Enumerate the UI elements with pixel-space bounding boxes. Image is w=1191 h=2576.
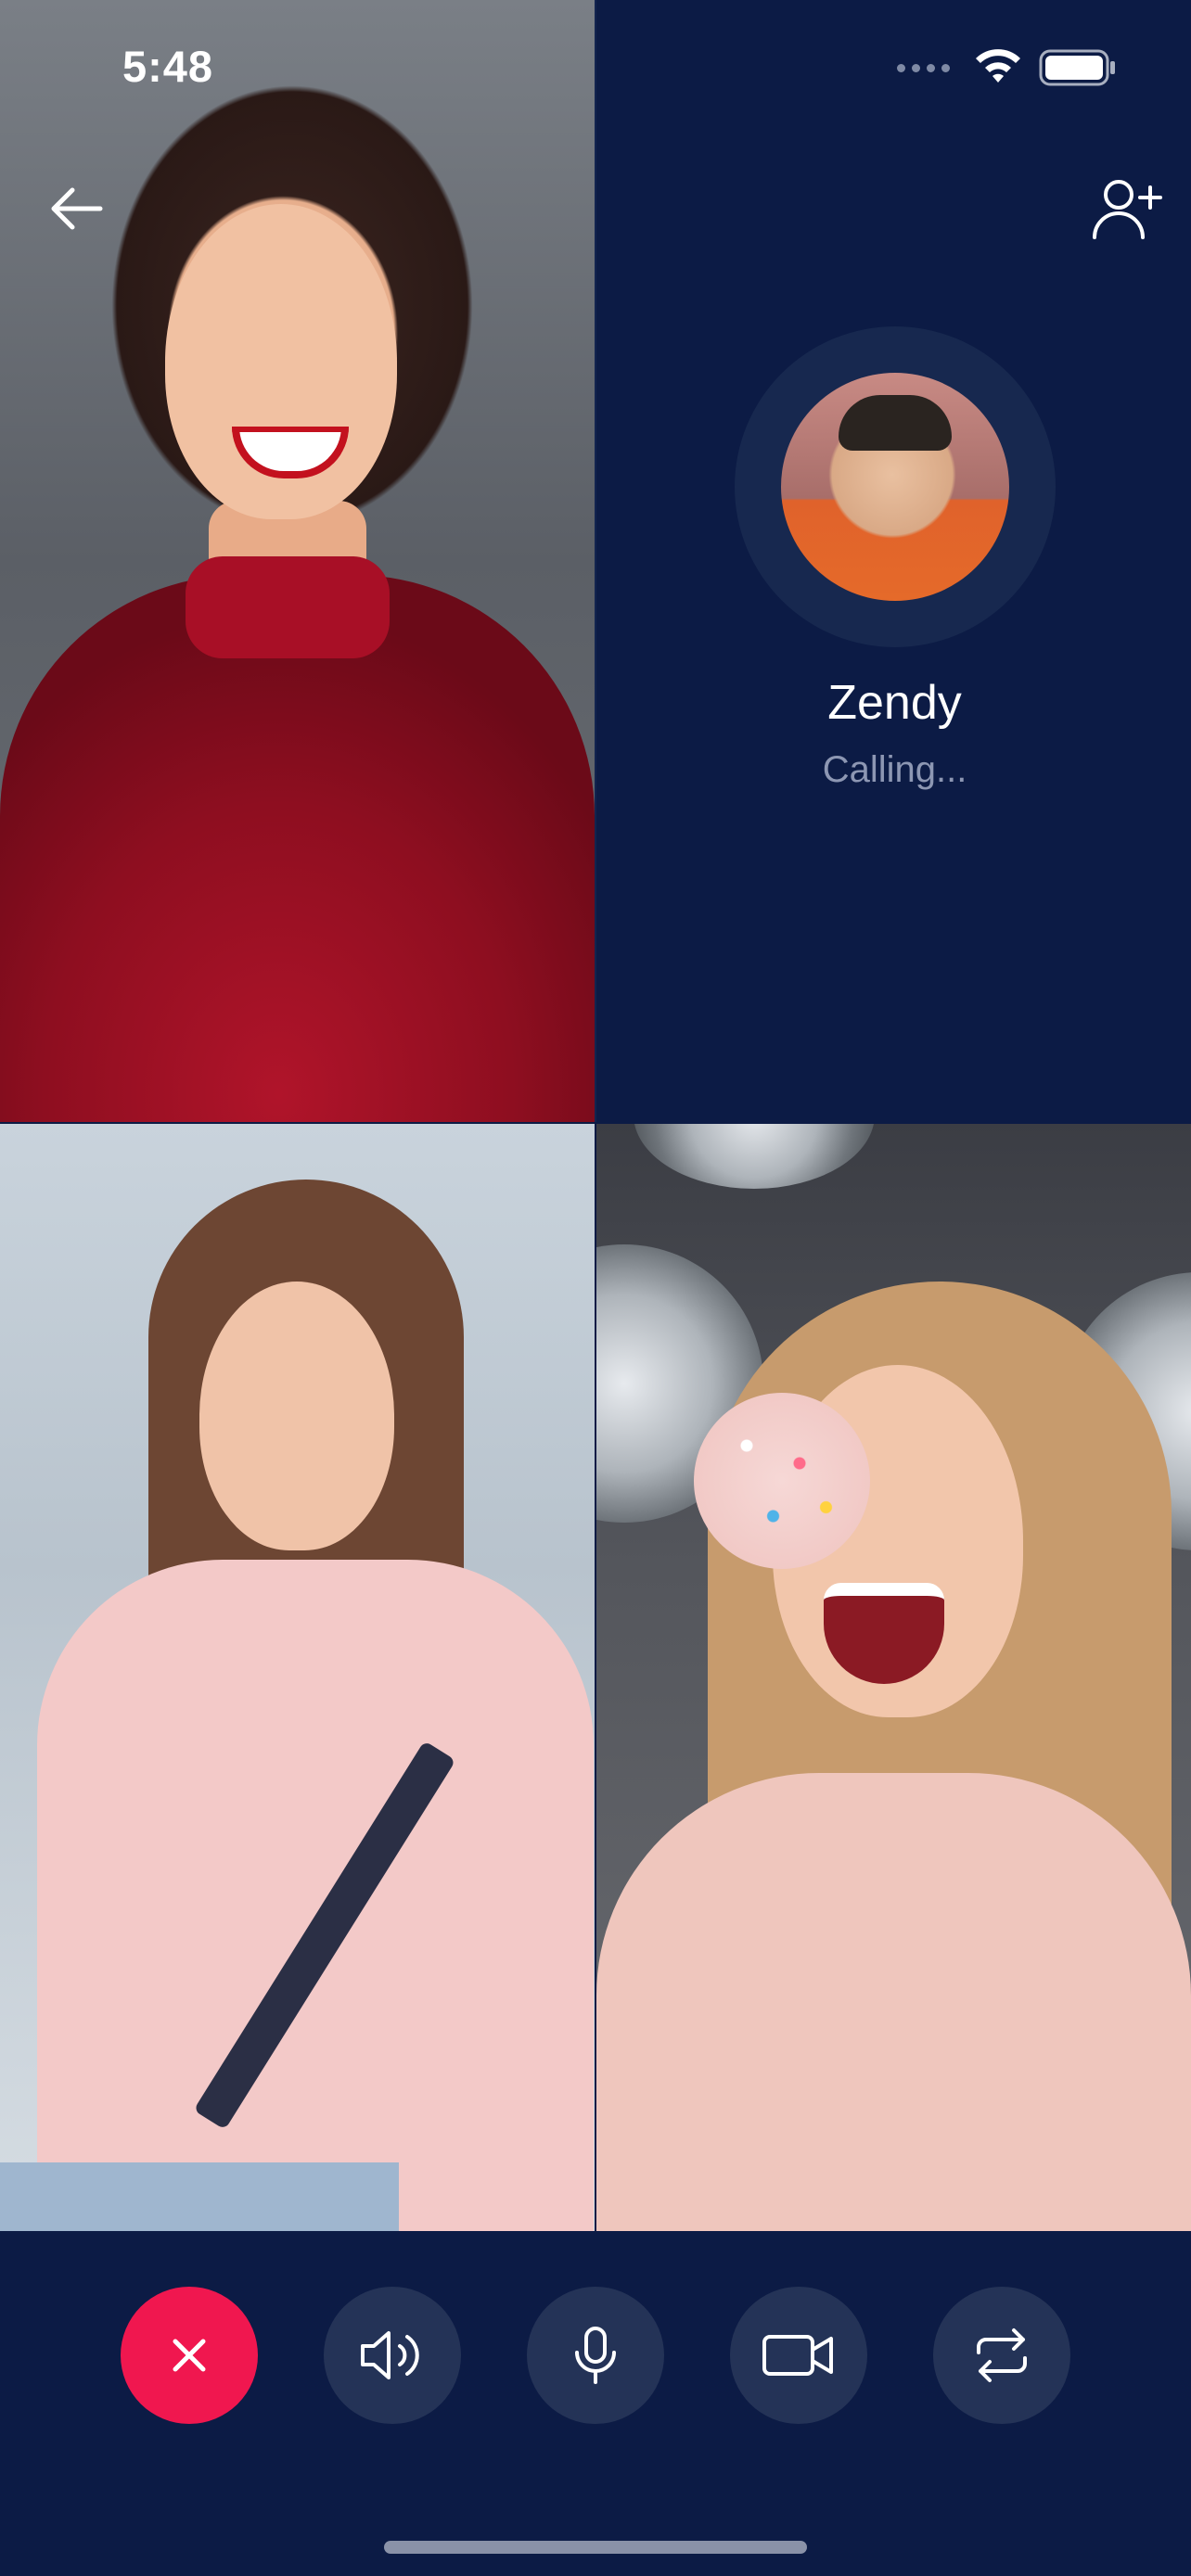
caller-avatar-ring — [735, 326, 1056, 647]
speaker-button[interactable] — [324, 2287, 461, 2424]
wifi-icon — [974, 49, 1022, 86]
home-indicator[interactable] — [384, 2541, 807, 2554]
video-camera-icon — [761, 2329, 837, 2381]
add-participant-button[interactable] — [1089, 176, 1163, 243]
participant-video-top-left[interactable] — [0, 0, 595, 1122]
cellular-signal-icon — [897, 63, 950, 72]
speaker-icon — [357, 2327, 428, 2383]
microphone-button[interactable] — [527, 2287, 664, 2424]
call-controls — [0, 2231, 1191, 2576]
call-status: Calling... — [822, 749, 967, 790]
microphone-icon — [568, 2323, 623, 2388]
arrow-left-icon — [45, 176, 109, 241]
back-button[interactable] — [45, 176, 109, 241]
switch-camera-button[interactable] — [933, 2287, 1070, 2424]
caller-name: Zendy — [827, 676, 962, 730]
avatar — [781, 373, 1009, 601]
participant-video-bottom-right[interactable] — [596, 1124, 1191, 2231]
donut — [694, 1393, 870, 1569]
close-icon — [166, 2332, 212, 2378]
participant-video-bottom-left[interactable] — [0, 1124, 595, 2231]
status-indicators — [897, 46, 1117, 89]
video-button[interactable] — [730, 2287, 867, 2424]
switch-camera-icon — [969, 2323, 1034, 2388]
battery-icon — [1039, 48, 1117, 87]
status-time: 5:48 — [122, 42, 214, 91]
add-user-icon — [1089, 176, 1163, 243]
status-bar: 5:48 — [0, 0, 1191, 130]
caller-panel: Zendy Calling... — [595, 0, 1191, 1122]
end-call-button[interactable] — [121, 2287, 258, 2424]
